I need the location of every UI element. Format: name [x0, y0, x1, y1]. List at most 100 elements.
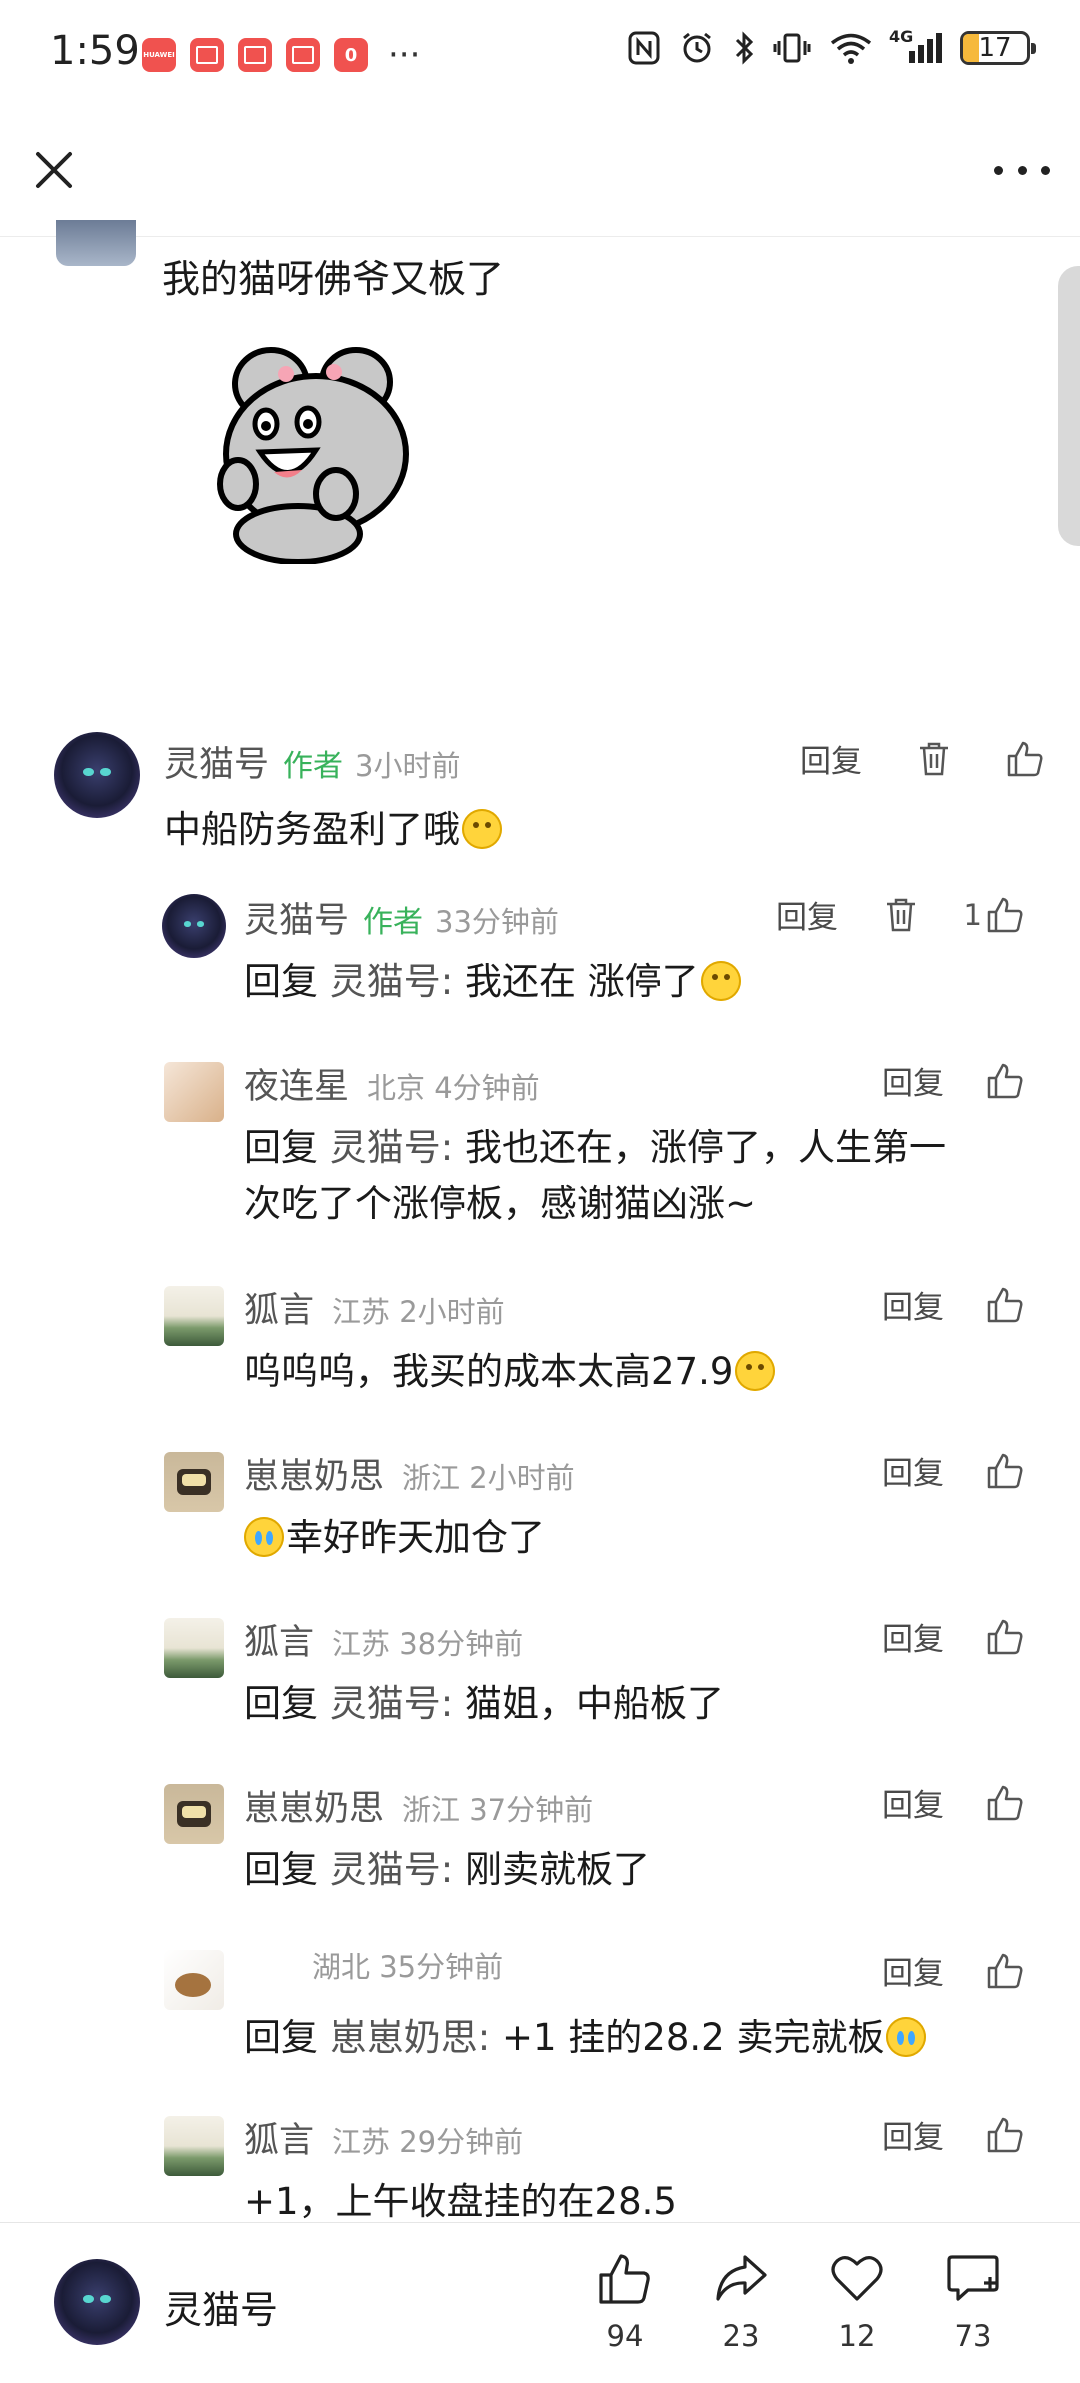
more-notifications-icon: ···: [388, 35, 421, 75]
book-app-icon: [190, 38, 224, 72]
comment-time: 浙江 2小时前: [402, 1461, 575, 1495]
reply-target: 灵猫号:: [329, 1848, 454, 1891]
commenter-name[interactable]: 崽崽奶思: [244, 1780, 384, 1831]
commenter-name[interactable]: 狐言: [244, 1614, 314, 1665]
comment-text: 我的猫呀佛爷又板了: [162, 257, 505, 301]
like-icon[interactable]: [986, 1952, 1024, 1990]
like-button[interactable]: 94: [580, 2253, 670, 2353]
comment-time: 江苏 2小时前: [332, 1295, 505, 1329]
avatar[interactable]: [54, 732, 140, 818]
avatar[interactable]: [164, 1618, 224, 1678]
like-count: 94: [606, 2319, 644, 2353]
comment-body[interactable]: 回复 灵猫号: 我也还在，涨停了，人生第一 次吃了个涨停板，感谢猫凶涨~: [244, 1120, 946, 1232]
comment-body[interactable]: 中船防务盈利了哦: [164, 802, 502, 858]
signal-indicator: 4G: [889, 27, 942, 63]
reply-button[interactable]: 回复: [882, 1282, 944, 1327]
like-icon[interactable]: [986, 1784, 1024, 1822]
like-icon[interactable]: [1006, 740, 1044, 778]
comment-body[interactable]: 回复 灵猫号: 刚卖就板了: [244, 1842, 650, 1898]
like-group[interactable]: 1: [964, 896, 1024, 934]
reply-target: 崽崽奶思:: [329, 2016, 491, 2059]
comment-body[interactable]: 回复 崽崽奶思: +1 挂的28.2 卖完就板: [244, 2010, 927, 2066]
commenter-name[interactable]: 狐言: [244, 1282, 314, 1333]
avatar[interactable]: [164, 1950, 224, 2010]
status-bar: 1:59 HUAWEI 0 ··· 4G 17: [0, 0, 1080, 110]
smile-emoji-icon: [462, 809, 502, 849]
mouse-sticker[interactable]: [216, 344, 416, 568]
vibrate-icon: [773, 33, 811, 63]
author-badge: 作者: [363, 905, 424, 940]
comment-time: 北京 4分钟前: [367, 1071, 540, 1105]
comment-time: 江苏 29分钟前: [332, 2125, 524, 2159]
reply-target: 灵猫号:: [329, 960, 454, 1003]
reply-button[interactable]: 回复: [882, 1448, 944, 1493]
reply-button[interactable]: 回复: [882, 2112, 944, 2157]
favorite-button[interactable]: 12: [812, 2253, 902, 2353]
comment-time: 33分钟前: [435, 905, 559, 939]
top-nav: [0, 110, 1080, 237]
laugh-cry-emoji-icon: [886, 2017, 927, 2057]
commenter-name[interactable]: 崽崽奶思: [244, 1448, 384, 1499]
comment-body[interactable]: 呜呜呜，我买的成本太高27.9: [244, 1344, 776, 1400]
avatar[interactable]: [164, 2116, 224, 2176]
comment-button[interactable]: 73: [928, 2253, 1018, 2353]
comment-body[interactable]: 回复 灵猫号: 猫姐，中船板了: [244, 1676, 724, 1732]
commenter-name[interactable]: 夜连星: [244, 1058, 349, 1109]
reply-button[interactable]: 回复: [800, 736, 862, 781]
delete-icon[interactable]: [917, 740, 951, 778]
like-icon[interactable]: [986, 896, 1024, 934]
huawei-app-icon: HUAWEI: [142, 38, 176, 72]
avatar[interactable]: [164, 1062, 224, 1122]
reply-target: 灵猫号:: [329, 1682, 454, 1725]
laugh-cry-emoji-icon: [244, 1517, 284, 1557]
reply-target: 灵猫号:: [329, 1126, 454, 1169]
close-button[interactable]: [30, 146, 78, 194]
reply-button[interactable]: 回复: [776, 892, 838, 937]
share-count: 23: [722, 2319, 760, 2353]
like-icon[interactable]: [986, 1618, 1024, 1656]
delete-icon[interactable]: [884, 896, 918, 934]
avatar[interactable]: [164, 1452, 224, 1512]
comment-time: 3小时前: [355, 749, 461, 783]
avatar[interactable]: [164, 1784, 224, 1844]
notification-app-icon: 0: [334, 38, 368, 72]
commenter-name[interactable]: 灵猫号: [244, 892, 349, 943]
share-button[interactable]: 23: [696, 2253, 786, 2353]
author-name[interactable]: 灵猫号: [164, 2279, 278, 2334]
wifi-icon: [830, 33, 872, 64]
avatar[interactable]: [56, 220, 136, 266]
like-icon[interactable]: [986, 1286, 1024, 1324]
bottom-action-bar: 灵猫号 94 23 12 73: [0, 2222, 1080, 2383]
more-options-button[interactable]: [994, 160, 1050, 180]
commenter-name[interactable]: 狐言: [244, 2112, 314, 2163]
comment-add-icon: [947, 2255, 999, 2301]
nfc-icon: [628, 31, 660, 65]
author-avatar[interactable]: [54, 2259, 140, 2345]
comment-time: 江苏 38分钟前: [332, 1627, 524, 1661]
reply-button[interactable]: 回复: [882, 1058, 944, 1103]
book-app-icon: [238, 38, 272, 72]
comment-body[interactable]: 回复 灵猫号: 我还在 涨停了: [244, 954, 741, 1010]
commenter-name[interactable]: 灵猫号: [164, 736, 269, 787]
status-indicators: 4G 17: [627, 27, 1036, 66]
favorite-count: 12: [838, 2319, 876, 2353]
comment-body[interactable]: 幸好昨天加仓了: [244, 1510, 545, 1566]
close-icon: [36, 152, 72, 188]
like-icon[interactable]: [986, 1062, 1024, 1100]
heart-icon: [831, 2256, 883, 2301]
reply-button[interactable]: 回复: [882, 1614, 944, 1659]
avatar[interactable]: [164, 1286, 224, 1346]
scroll-handle[interactable]: [1058, 266, 1080, 546]
reply-button[interactable]: 回复: [882, 1780, 944, 1825]
like-icon[interactable]: [986, 1452, 1024, 1490]
like-count: 1: [963, 897, 982, 932]
avatar[interactable]: [162, 894, 226, 958]
reply-button[interactable]: 回复: [882, 1948, 944, 1993]
like-icon[interactable]: [986, 2116, 1024, 2154]
status-time: 1:59: [50, 28, 140, 74]
author-badge: 作者: [283, 749, 344, 784]
thumbs-up-icon: [599, 2254, 650, 2304]
sad-emoji-icon: [735, 1351, 776, 1391]
alarm-icon: [683, 32, 711, 63]
comment-time: 湖北 35分钟前: [312, 1950, 504, 1984]
